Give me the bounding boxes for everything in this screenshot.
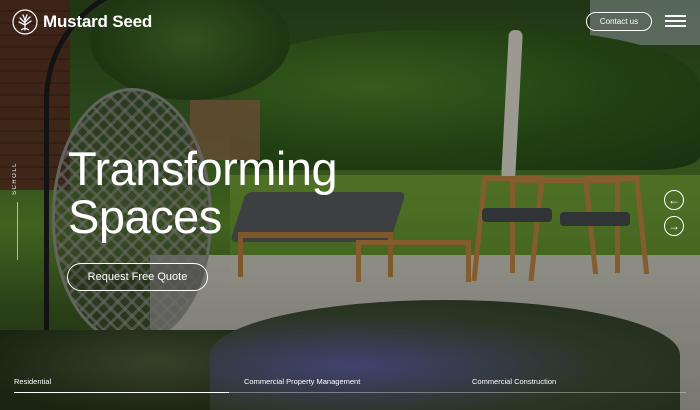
- nav-item-commercial-construction[interactable]: Commercial Construction: [472, 377, 556, 386]
- hamburger-icon[interactable]: [665, 15, 686, 27]
- request-quote-button[interactable]: Request Free Quote: [67, 263, 208, 291]
- hero-title-line-2: Spaces: [68, 190, 222, 243]
- brand-logo[interactable]: Mustard Seed: [12, 9, 152, 35]
- nav-item-residential[interactable]: Residential: [14, 377, 51, 386]
- nav-item-commercial-property-management[interactable]: Commercial Property Management: [244, 377, 360, 386]
- scroll-label: Scroll: [12, 162, 18, 196]
- brand-name: Mustard Seed: [43, 12, 153, 31]
- hero-title: Transforming Spaces: [68, 145, 408, 241]
- contact-us-button[interactable]: Contact us: [586, 12, 652, 31]
- progress-active-indicator: [14, 392, 229, 393]
- arrow-right-icon[interactable]: →: [664, 216, 684, 236]
- hero-title-line-1: Transforming: [68, 142, 338, 195]
- tree-icon: [12, 9, 38, 35]
- scroll-indicator: Scroll: [11, 160, 25, 270]
- hero: Mustard Seed Contact us Scroll Transform…: [0, 0, 700, 410]
- arrow-left-icon[interactable]: ←: [664, 190, 684, 210]
- category-nav: Residential Commercial Property Manageme…: [0, 377, 700, 410]
- scroll-line: [17, 202, 18, 260]
